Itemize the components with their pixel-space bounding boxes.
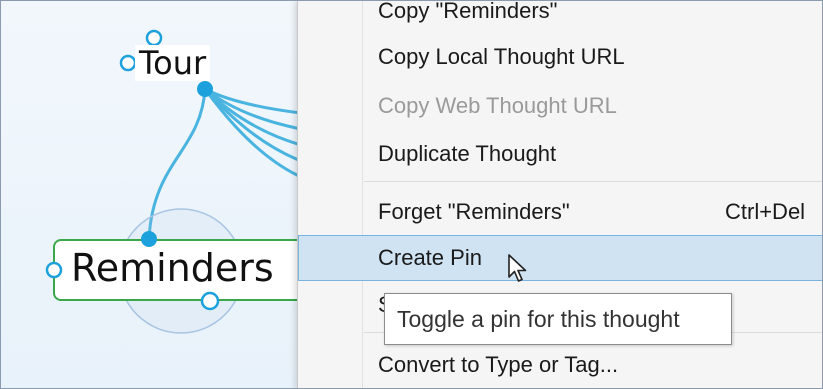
menu-item-duplicate-thought[interactable]: Duplicate Thought: [298, 132, 822, 176]
menu-item-label: Create Pin: [378, 245, 482, 270]
tooltip-text: Toggle a pin for this thought: [397, 306, 680, 332]
app-window: Tour Reminders Copy "Reminders" Copy Loc…: [0, 0, 823, 389]
tour-child-dot[interactable]: [197, 81, 213, 97]
menu-item-convert-type-tag[interactable]: Convert to Type or Tag...: [298, 343, 822, 387]
menu-item-label: Convert to Type or Tag...: [378, 352, 619, 377]
menu-item-label: Copy "Reminders": [378, 0, 558, 23]
menu-item-forget-thought[interactable]: Forget "Reminders" Ctrl+Del: [298, 190, 822, 234]
menu-item-label: Duplicate Thought: [378, 141, 557, 166]
menu-item-create-pin[interactable]: Create Pin: [298, 235, 822, 281]
thought-canvas[interactable]: Tour Reminders: [1, 1, 313, 388]
menu-separator: [364, 181, 822, 182]
menu-item-label: Copy Local Thought URL: [378, 44, 625, 69]
menu-item-copy-name[interactable]: Copy "Reminders": [298, 0, 822, 33]
thought-reminders[interactable]: Reminders: [71, 249, 274, 287]
tour-top-handle[interactable]: [145, 29, 163, 47]
menu-item-label: Copy Web Thought URL: [378, 93, 617, 118]
menu-item-copy-web-url: Copy Web Thought URL: [298, 84, 822, 128]
mouse-pointer-icon: [508, 254, 527, 282]
menu-item-copy-local-url[interactable]: Copy Local Thought URL: [298, 35, 822, 79]
menu-item-label: Forget "Reminders": [378, 199, 570, 224]
tour-left-handle[interactable]: [119, 54, 137, 72]
thought-tour[interactable]: Tour: [135, 45, 211, 81]
menu-item-shortcut: Ctrl+Del: [725, 199, 806, 224]
tooltip: Toggle a pin for this thought: [384, 293, 732, 345]
